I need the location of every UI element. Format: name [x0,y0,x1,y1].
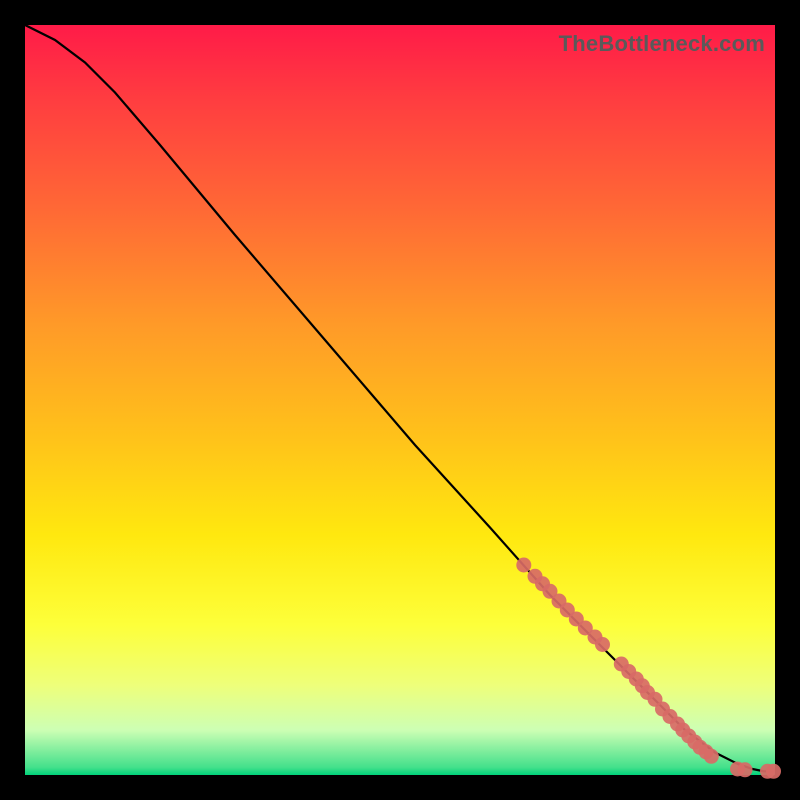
curve-line [25,25,775,771]
data-points [516,558,781,779]
chart-area: TheBottleneck.com [25,25,775,775]
chart-svg [25,25,775,775]
data-point [704,749,719,764]
data-point [738,762,753,777]
data-point [766,764,781,779]
data-point [595,637,610,652]
data-point [516,558,531,573]
